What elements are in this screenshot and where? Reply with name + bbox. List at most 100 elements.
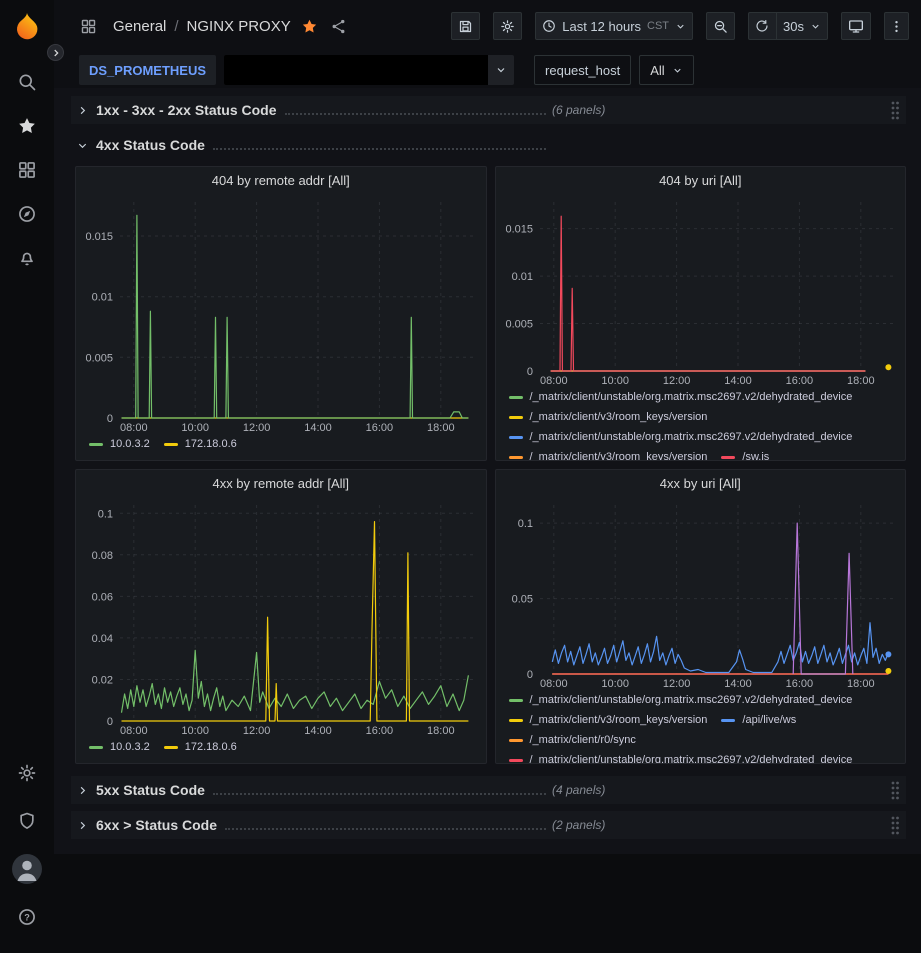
panel-title[interactable]: 4xx by remote addr [All] bbox=[76, 470, 486, 496]
legend-series-label: /_matrix/client/v3/room_keys/version bbox=[530, 450, 708, 460]
row-title: 1xx - 3xx - 2xx Status Code bbox=[96, 102, 277, 118]
chart-svg[interactable]: 08:0010:0012:0014:0016:0018:0000.0050.01… bbox=[496, 193, 906, 388]
server-admin-shield-icon[interactable] bbox=[7, 801, 47, 841]
help-question-icon[interactable]: ? bbox=[7, 897, 47, 937]
request-host-variable-label[interactable]: request_host bbox=[534, 55, 631, 85]
legend-item[interactable]: /_matrix/client/unstable/org.matrix.msc2… bbox=[509, 753, 853, 763]
chevron-down-icon bbox=[77, 140, 88, 151]
svg-text:0.005: 0.005 bbox=[505, 319, 533, 331]
datasource-variable-label[interactable]: DS_PROMETHEUS bbox=[79, 55, 216, 85]
legend-series-swatch bbox=[721, 456, 735, 459]
svg-text:10:00: 10:00 bbox=[181, 725, 209, 737]
empty-scroll-space bbox=[54, 854, 921, 953]
svg-text:08:00: 08:00 bbox=[540, 375, 568, 387]
svg-text:14:00: 14:00 bbox=[724, 678, 752, 690]
row-6xx-status-code[interactable]: 6xx > Status Code (2 panels) bbox=[71, 811, 906, 839]
svg-text:0.05: 0.05 bbox=[511, 594, 532, 606]
panel-chart-canvas[interactable]: 08:0010:0012:0014:0016:0018:0000.050.1 bbox=[496, 496, 906, 691]
dashboard-settings-gear-icon[interactable] bbox=[493, 12, 522, 40]
refresh-icon[interactable] bbox=[748, 12, 776, 40]
legend-item[interactable]: /_matrix/client/unstable/org.matrix.msc2… bbox=[509, 693, 853, 708]
svg-text:10:00: 10:00 bbox=[601, 678, 629, 690]
legend-series-label: 172.18.0.6 bbox=[185, 437, 237, 452]
panel-chart-canvas[interactable]: 08:0010:0012:0014:0016:0018:0000.0050.01… bbox=[76, 193, 486, 435]
tv-mode-icon[interactable] bbox=[841, 12, 871, 40]
legend-series-swatch bbox=[509, 759, 523, 762]
legend-item[interactable]: /_matrix/client/v3/room_keys/version bbox=[509, 410, 708, 425]
svg-text:0.015: 0.015 bbox=[505, 224, 533, 236]
legend-item[interactable]: /_matrix/client/v3/room_keys/version bbox=[509, 450, 708, 460]
row-drag-handle-icon[interactable] bbox=[890, 815, 900, 835]
legend-series-swatch bbox=[164, 443, 178, 446]
breadcrumb-dashboard-title[interactable]: NGINX PROXY bbox=[187, 18, 291, 35]
svg-text:0.06: 0.06 bbox=[92, 591, 113, 603]
panel-title[interactable]: 404 by remote addr [All] bbox=[76, 167, 486, 193]
row-panel-count: (6 panels) bbox=[552, 103, 605, 117]
datasource-variable-select[interactable] bbox=[224, 55, 514, 85]
legend-item[interactable]: 10.0.3.2 bbox=[89, 437, 150, 452]
chart-svg[interactable]: 08:0010:0012:0014:0016:0018:0000.020.040… bbox=[76, 496, 486, 738]
row-5xx-status-code[interactable]: 5xx Status Code (4 panels) bbox=[71, 776, 906, 804]
kebab-menu-icon[interactable] bbox=[884, 12, 909, 40]
svg-text:0: 0 bbox=[526, 669, 532, 681]
sidebar-expand-chevron[interactable] bbox=[47, 44, 64, 61]
legend-series-swatch bbox=[89, 746, 103, 749]
chart-svg[interactable]: 08:0010:0012:0014:0016:0018:0000.0050.01… bbox=[76, 193, 486, 435]
row-drag-handle-icon[interactable] bbox=[890, 100, 900, 120]
panel-title[interactable]: 4xx by uri [All] bbox=[496, 470, 906, 496]
panel-legend: /_matrix/client/unstable/org.matrix.msc2… bbox=[496, 691, 906, 763]
legend-item[interactable]: 10.0.3.2 bbox=[89, 740, 150, 755]
row-title: 4xx Status Code bbox=[96, 137, 205, 153]
svg-text:0.08: 0.08 bbox=[92, 550, 113, 562]
row-1xx-3xx-2xx-status-code[interactable]: 1xx - 3xx - 2xx Status Code (6 panels) bbox=[71, 96, 906, 124]
legend-item[interactable]: /_matrix/client/unstable/org.matrix.msc2… bbox=[509, 430, 853, 445]
row-drag-handle-icon[interactable] bbox=[890, 780, 900, 800]
svg-text:16:00: 16:00 bbox=[366, 725, 394, 737]
legend-item[interactable]: /_matrix/client/r0/sync bbox=[509, 733, 636, 748]
panel-legend: 10.0.3.2 172.18.0.6 bbox=[76, 435, 486, 460]
panel-title[interactable]: 404 by uri [All] bbox=[496, 167, 906, 193]
legend-series-swatch bbox=[509, 416, 523, 419]
svg-text:12:00: 12:00 bbox=[662, 678, 690, 690]
zoom-out-icon[interactable] bbox=[706, 12, 735, 40]
panel-chart-canvas[interactable]: 08:0010:0012:0014:0016:0018:0000.0050.01… bbox=[496, 193, 906, 388]
legend-item[interactable]: /api/live/ws bbox=[721, 713, 796, 728]
redacted-datasource-value bbox=[224, 55, 488, 85]
user-avatar[interactable] bbox=[7, 849, 47, 889]
row-dotted-leader bbox=[213, 144, 546, 150]
svg-text:08:00: 08:00 bbox=[120, 725, 148, 737]
time-range-label: Last 12 hours bbox=[562, 19, 641, 34]
legend-item[interactable]: /_matrix/client/unstable/org.matrix.msc2… bbox=[509, 390, 853, 405]
grafana-logo[interactable] bbox=[10, 10, 44, 44]
legend-item[interactable]: 172.18.0.6 bbox=[164, 437, 237, 452]
breadcrumb-folder[interactable]: General bbox=[113, 18, 166, 35]
svg-text:12:00: 12:00 bbox=[662, 375, 690, 387]
legend-item[interactable]: /sw.js bbox=[721, 450, 769, 460]
explore-compass-icon[interactable] bbox=[7, 194, 47, 234]
favorite-star-icon[interactable] bbox=[299, 16, 320, 37]
legend-item[interactable]: 172.18.0.6 bbox=[164, 740, 237, 755]
breadcrumb: General / NGINX PROXY bbox=[113, 18, 291, 35]
legend-series-swatch bbox=[509, 739, 523, 742]
legend-series-swatch bbox=[721, 719, 735, 722]
refresh-interval-dropdown[interactable]: 30s bbox=[776, 12, 828, 40]
request-host-variable-select[interactable]: All bbox=[639, 55, 693, 85]
legend-item[interactable]: /_matrix/client/v3/room_keys/version bbox=[509, 713, 708, 728]
configuration-gear-icon[interactable] bbox=[7, 753, 47, 793]
app-root: ? General / NGINX PROXY bbox=[0, 0, 921, 953]
legend-series-label: 10.0.3.2 bbox=[110, 437, 150, 452]
save-dashboard-button[interactable] bbox=[451, 12, 480, 40]
chart-svg[interactable]: 08:0010:0012:0014:0016:0018:0000.050.1 bbox=[496, 496, 906, 691]
share-icon[interactable] bbox=[328, 16, 349, 37]
refresh-group: 30s bbox=[748, 12, 828, 40]
panel-chart-canvas[interactable]: 08:0010:0012:0014:0016:0018:0000.020.040… bbox=[76, 496, 486, 738]
starred-dashboards-icon[interactable] bbox=[7, 106, 47, 146]
row-4xx-status-code[interactable]: 4xx Status Code bbox=[71, 131, 906, 159]
chevron-down-icon bbox=[672, 65, 683, 76]
dashboards-grid-icon[interactable] bbox=[7, 150, 47, 190]
row-panel-count: (2 panels) bbox=[552, 818, 605, 832]
alerting-bell-icon[interactable] bbox=[7, 238, 47, 278]
search-icon[interactable] bbox=[7, 62, 47, 102]
time-range-picker[interactable]: Last 12 hours CST bbox=[535, 12, 693, 40]
svg-text:10:00: 10:00 bbox=[181, 422, 209, 434]
